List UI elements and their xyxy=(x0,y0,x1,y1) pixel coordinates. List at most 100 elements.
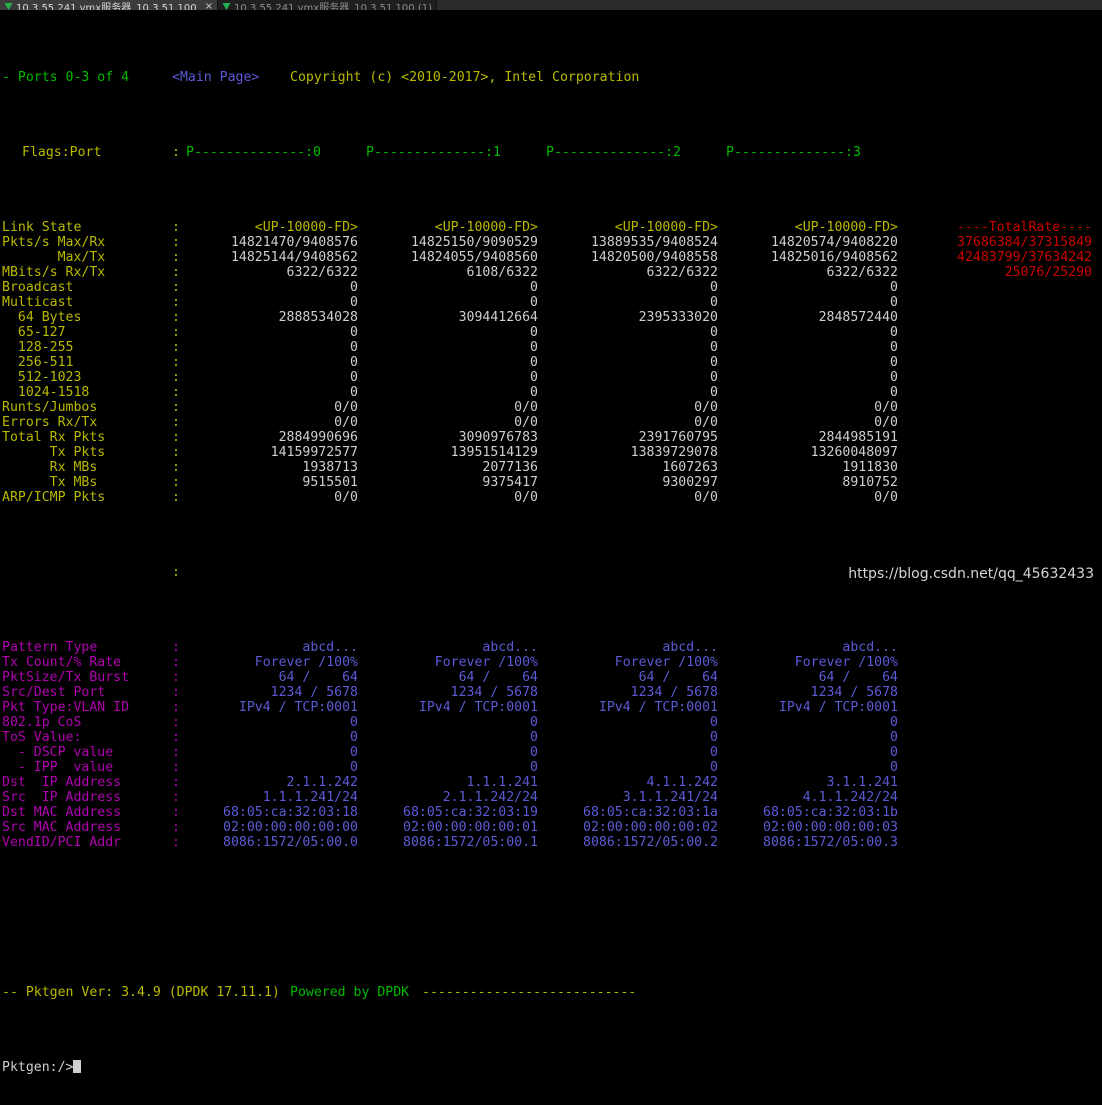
stats-cell-port-3: 0 xyxy=(890,385,898,400)
config-cell-port-2: 02:00:00:00:00:02 xyxy=(583,820,718,835)
config-cell-port-3: 0 xyxy=(890,760,898,775)
config-cell-port-1: 1234 / 5678 xyxy=(450,685,538,700)
main-page-label[interactable]: <Main Page> xyxy=(172,70,259,85)
config-row-label: VendID/PCI Addr xyxy=(2,835,122,850)
stats-row: 65-127: 0 0 0 0 xyxy=(0,325,1102,340)
row-colon: : xyxy=(172,715,180,730)
stats-row-label: Max/Tx xyxy=(2,250,106,265)
config-cell-port-3: abcd... xyxy=(842,640,898,655)
config-cell-port-2: 1234 / 5678 xyxy=(630,685,718,700)
stats-cell-port-1: 0 xyxy=(530,355,538,370)
stats-cell-port-0: 0/0 xyxy=(334,490,358,505)
total-rate-cell: 37686384/37315849 xyxy=(957,235,1092,250)
stats-cell-port-2: 13839729078 xyxy=(630,445,718,460)
config-cell-port-1: 0 xyxy=(530,760,538,775)
stats-cell-port-2: 0 xyxy=(710,340,718,355)
config-row: - IPP value: 0 0 0 0 xyxy=(0,760,1102,775)
terminal-screen[interactable]: - Ports 0-3 of 4 <Main Page> Copyright (… xyxy=(0,10,1102,1075)
config-cell-port-0: 0 xyxy=(350,760,358,775)
stats-cell-port-0: 0 xyxy=(350,355,358,370)
flags-port-label: Flags:Port xyxy=(22,145,102,160)
ports-range-label: - Ports 0-3 of 4 xyxy=(2,70,130,85)
config-cell-port-2: 0 xyxy=(710,715,718,730)
stats-cell-port-2: 0 xyxy=(710,385,718,400)
config-row: VendID/PCI Addr: 8086:1572/05:00.0 8086:15… xyxy=(0,835,1102,850)
config-row-label: Src MAC Address xyxy=(2,820,122,835)
config-cell-port-2: 64 / 64 xyxy=(638,670,718,685)
stats-cell-port-3: 14825016/9408562 xyxy=(770,250,898,265)
stats-cell-port-2: 9300297 xyxy=(662,475,718,490)
row-colon: : xyxy=(172,220,180,235)
config-cell-port-0: 64 / 64 xyxy=(278,670,358,685)
row-colon: : xyxy=(172,145,180,160)
shell-prompt-row[interactable]: Pktgen:/> xyxy=(0,1060,1102,1075)
stats-cell-port-1: 3094412664 xyxy=(458,310,538,325)
config-cell-port-2: Forever /100% xyxy=(614,655,718,670)
stats-cell-port-0: 1938713 xyxy=(302,460,358,475)
stats-cell-port-2: <UP-10000-FD> xyxy=(614,220,718,235)
config-row-label: Src IP Address xyxy=(2,790,122,805)
config-cell-port-1: 68:05:ca:32:03:19 xyxy=(403,805,538,820)
row-colon: : xyxy=(172,460,180,475)
port-header-1: P--------------:1 xyxy=(366,145,501,160)
row-colon: : xyxy=(172,310,180,325)
stats-cell-port-3: 2848572440 xyxy=(818,310,898,325)
stats-cell-port-1: 14824055/9408560 xyxy=(410,250,538,265)
prompt-text: Pktgen:/> xyxy=(2,1060,74,1075)
stats-row-label: Pkts/s Max/Rx xyxy=(2,235,106,250)
stats-cell-port-3: 2844985191 xyxy=(818,430,898,445)
row-colon: : xyxy=(172,835,180,850)
stats-cell-port-3: 0/0 xyxy=(874,400,898,415)
stats-row-label: Total Rx Pkts xyxy=(2,430,106,445)
stats-row-label: Broadcast xyxy=(2,280,74,295)
stats-cell-port-3: 0 xyxy=(890,325,898,340)
config-row-label: Src/Dest Port xyxy=(2,685,106,700)
config-cell-port-1: 0 xyxy=(530,730,538,745)
stats-row: Pkts/s Max/Rx: 14821470/9408576 14825150/9… xyxy=(0,235,1102,250)
stats-row-label: Tx MBs xyxy=(2,475,98,490)
stats-row-label: 65-127 xyxy=(2,325,66,340)
total-rate-cell: 42483799/37634242 xyxy=(957,250,1092,265)
stats-row-label: 128-255 xyxy=(2,340,74,355)
row-colon: : xyxy=(172,820,180,835)
stats-table: Link State: <UP-10000-FD> <UP-10000-FD> <UP… xyxy=(0,220,1102,505)
stats-cell-port-0: 0 xyxy=(350,325,358,340)
config-cell-port-2: 0 xyxy=(710,760,718,775)
row-colon: : xyxy=(172,685,180,700)
config-cell-port-2: 0 xyxy=(710,745,718,760)
stats-cell-port-2: 0 xyxy=(710,355,718,370)
stats-cell-port-1: 0/0 xyxy=(514,415,538,430)
stats-cell-port-3: 0 xyxy=(890,370,898,385)
stats-cell-port-1: 0/0 xyxy=(514,490,538,505)
stats-row: 256-511: 0 0 0 0 xyxy=(0,355,1102,370)
config-row-label: Pkt Type:VLAN ID xyxy=(2,700,130,715)
row-colon: : xyxy=(172,760,180,775)
config-cell-port-0: 68:05:ca:32:03:18 xyxy=(223,805,358,820)
row-colon: : xyxy=(172,385,180,400)
stats-cell-port-2: 0 xyxy=(710,370,718,385)
config-cell-port-1: 02:00:00:00:00:01 xyxy=(403,820,538,835)
stats-row: MBits/s Rx/Tx: 6322/6322 6108/6322 6322/632… xyxy=(0,265,1102,280)
config-row-label: Pattern Type xyxy=(2,640,98,655)
stats-row: Tx Pkts: 14159972577 13951514129 1383972907… xyxy=(0,445,1102,460)
config-cell-port-2: 4.1.1.242 xyxy=(646,775,718,790)
config-row: ToS Value:: 0 0 0 0 xyxy=(0,730,1102,745)
config-cell-port-1: 1.1.1.241 xyxy=(466,775,538,790)
config-cell-port-2: 68:05:ca:32:03:1a xyxy=(583,805,718,820)
config-row: Src MAC Address: 02:00:00:00:00:00 02:00:0… xyxy=(0,820,1102,835)
config-cell-port-3: Forever /100% xyxy=(794,655,898,670)
powered-by-label: Powered by DPDK xyxy=(290,985,410,1000)
row-colon: : xyxy=(172,250,180,265)
config-row-label: - DSCP value xyxy=(2,745,114,760)
config-cell-port-2: 3.1.1.241/24 xyxy=(622,790,718,805)
config-cell-port-3: IPv4 / TCP:0001 xyxy=(778,700,898,715)
stats-cell-port-1: 0 xyxy=(530,325,538,340)
row-colon: : xyxy=(172,700,180,715)
config-row: - DSCP value: 0 0 0 0 xyxy=(0,745,1102,760)
stats-cell-port-2: 2395333020 xyxy=(638,310,718,325)
row-colon: : xyxy=(172,745,180,760)
stats-cell-port-0: 0/0 xyxy=(334,415,358,430)
stats-cell-port-3: 0/0 xyxy=(874,415,898,430)
stats-row-label: Rx MBs xyxy=(2,460,98,475)
config-cell-port-2: 8086:1572/05:00.2 xyxy=(583,835,718,850)
